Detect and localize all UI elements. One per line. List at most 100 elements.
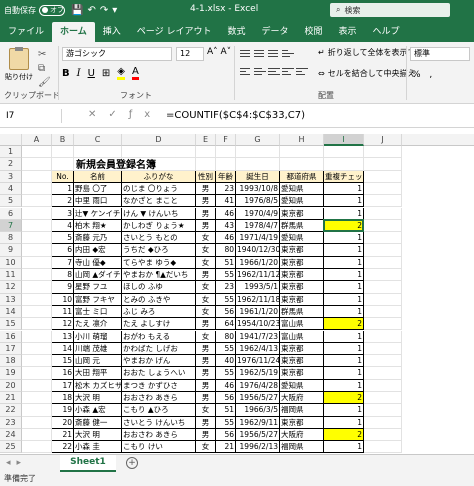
row-header[interactable]: 25: [0, 441, 22, 454]
cell[interactable]: [196, 158, 216, 171]
col-header-B[interactable]: B: [52, 134, 74, 146]
col-header-H[interactable]: H: [280, 134, 324, 146]
table-header-cell[interactable]: ふりがな: [122, 170, 196, 183]
table-cell[interactable]: 女: [196, 330, 216, 343]
duplicate-check-cell[interactable]: 1: [324, 195, 364, 208]
table-cell[interactable]: 愛知県: [280, 232, 324, 245]
duplicate-check-cell[interactable]: 1: [324, 416, 364, 429]
row-header[interactable]: 19: [0, 367, 22, 380]
table-cell[interactable]: 1956/5/27: [236, 392, 280, 405]
cell[interactable]: [22, 367, 52, 380]
table-cell[interactable]: さいとう もとの: [122, 232, 196, 245]
table-cell[interactable]: 山岡 ▲ダイチ: [74, 269, 122, 282]
table-cell[interactable]: やまおか げん: [122, 355, 196, 368]
align-icon[interactable]: [254, 47, 266, 59]
row-header[interactable]: 20: [0, 379, 22, 392]
table-cell[interactable]: 男: [196, 392, 216, 405]
table-cell[interactable]: 1961/1/20: [236, 305, 280, 319]
table-cell[interactable]: 1996/2/13: [236, 441, 280, 454]
cell[interactable]: [364, 232, 402, 245]
table-cell[interactable]: 1956/5/27: [236, 428, 280, 442]
table-cell[interactable]: 斎藤 健一: [74, 416, 122, 429]
align-icon[interactable]: [254, 65, 266, 77]
table-cell[interactable]: 55: [216, 367, 236, 380]
table-cell[interactable]: 7: [52, 256, 74, 269]
col-header-A[interactable]: A: [22, 134, 52, 146]
table-cell[interactable]: 17: [52, 379, 74, 392]
cell[interactable]: [22, 182, 52, 196]
table-header-cell[interactable]: 重複チェック: [324, 170, 364, 183]
table-header-cell[interactable]: 都道府県: [280, 170, 324, 183]
align-icon[interactable]: [268, 65, 280, 77]
table-cell[interactable]: 男: [196, 269, 216, 282]
table-cell[interactable]: 3: [52, 207, 74, 220]
table-cell[interactable]: 星野 フユ: [74, 281, 122, 294]
row-header[interactable]: 9: [0, 244, 22, 257]
table-cell[interactable]: 小森 圭: [74, 441, 122, 454]
table-header-cell[interactable]: 年齢: [216, 170, 236, 183]
duplicate-check-cell[interactable]: 1: [324, 379, 364, 392]
cell[interactable]: [22, 170, 52, 183]
table-cell[interactable]: 51: [216, 404, 236, 417]
cell[interactable]: [364, 256, 402, 269]
table-cell[interactable]: 群馬県: [280, 305, 324, 319]
add-sheet-icon[interactable]: +: [126, 457, 138, 469]
table-cell[interactable]: 1970/4/9: [236, 207, 280, 220]
table-header-cell[interactable]: No.: [52, 170, 74, 183]
col-header-F[interactable]: F: [216, 134, 236, 146]
duplicate-check-cell[interactable]: 1: [324, 441, 364, 454]
row-header[interactable]: 5: [0, 195, 22, 208]
table-cell[interactable]: 愛知県: [280, 379, 324, 392]
duplicate-check-cell[interactable]: 1: [324, 244, 364, 257]
table-cell[interactable]: 大沢 明: [74, 428, 122, 442]
table-cell[interactable]: てらやま ゆう◆: [122, 256, 196, 269]
table-cell[interactable]: やまおか ¶▲だいち: [122, 269, 196, 282]
cell[interactable]: [22, 330, 52, 343]
table-cell[interactable]: 1940/12/30: [236, 244, 280, 257]
table-cell[interactable]: 東京都: [280, 416, 324, 429]
table-cell[interactable]: さいとう けんいち: [122, 416, 196, 429]
table-cell[interactable]: 1976/8/5: [236, 195, 280, 208]
duplicate-check-cell[interactable]: 1: [324, 342, 364, 356]
table-cell[interactable]: 1962/11/18: [236, 293, 280, 306]
table-cell[interactable]: 80: [216, 244, 236, 257]
cell[interactable]: [52, 158, 74, 171]
table-cell[interactable]: 51: [216, 256, 236, 269]
table-cell[interactable]: 愛知県: [280, 195, 324, 208]
cell[interactable]: [22, 379, 52, 392]
cell[interactable]: [22, 355, 52, 368]
cell[interactable]: [364, 428, 402, 442]
table-cell[interactable]: 9: [52, 281, 74, 294]
table-cell[interactable]: 東京都: [280, 269, 324, 282]
table-cell[interactable]: こもり ▲ひろ: [122, 404, 196, 417]
cell[interactable]: [364, 158, 402, 171]
row-header[interactable]: 7: [0, 219, 22, 233]
tab-2[interactable]: 挿入: [95, 22, 129, 42]
cell[interactable]: [364, 170, 402, 183]
table-cell[interactable]: 男: [196, 367, 216, 380]
table-cell[interactable]: 男: [196, 355, 216, 368]
table-header-cell[interactable]: 性別: [196, 170, 216, 183]
align-icon[interactable]: [240, 47, 252, 59]
table-cell[interactable]: 10: [52, 293, 74, 306]
cell[interactable]: [22, 342, 52, 356]
cell[interactable]: [216, 158, 236, 171]
table-cell[interactable]: 寺山 優◆: [74, 256, 122, 269]
number-format-select[interactable]: 標準: [410, 47, 470, 61]
table-cell[interactable]: 55: [216, 293, 236, 306]
align-icon[interactable]: [296, 47, 308, 59]
duplicate-check-cell[interactable]: 1: [324, 367, 364, 380]
duplicate-check-cell[interactable]: 1: [324, 330, 364, 343]
select-all-corner[interactable]: [0, 134, 22, 146]
table-cell[interactable]: 1966/1/20: [236, 256, 280, 269]
table-cell[interactable]: まつき かずひさ: [122, 379, 196, 392]
cell[interactable]: [22, 146, 52, 159]
fill-color-icon[interactable]: ◈: [117, 67, 125, 80]
table-cell[interactable]: 1962/9/11: [236, 416, 280, 429]
table-cell[interactable]: 1: [52, 182, 74, 196]
table-cell[interactable]: 1978/4/7: [236, 219, 280, 233]
table-cell[interactable]: 大阪府: [280, 428, 324, 442]
table-cell[interactable]: 16: [52, 367, 74, 380]
table-cell[interactable]: 80: [216, 330, 236, 343]
sheet-tab[interactable]: Sheet1: [60, 455, 116, 472]
